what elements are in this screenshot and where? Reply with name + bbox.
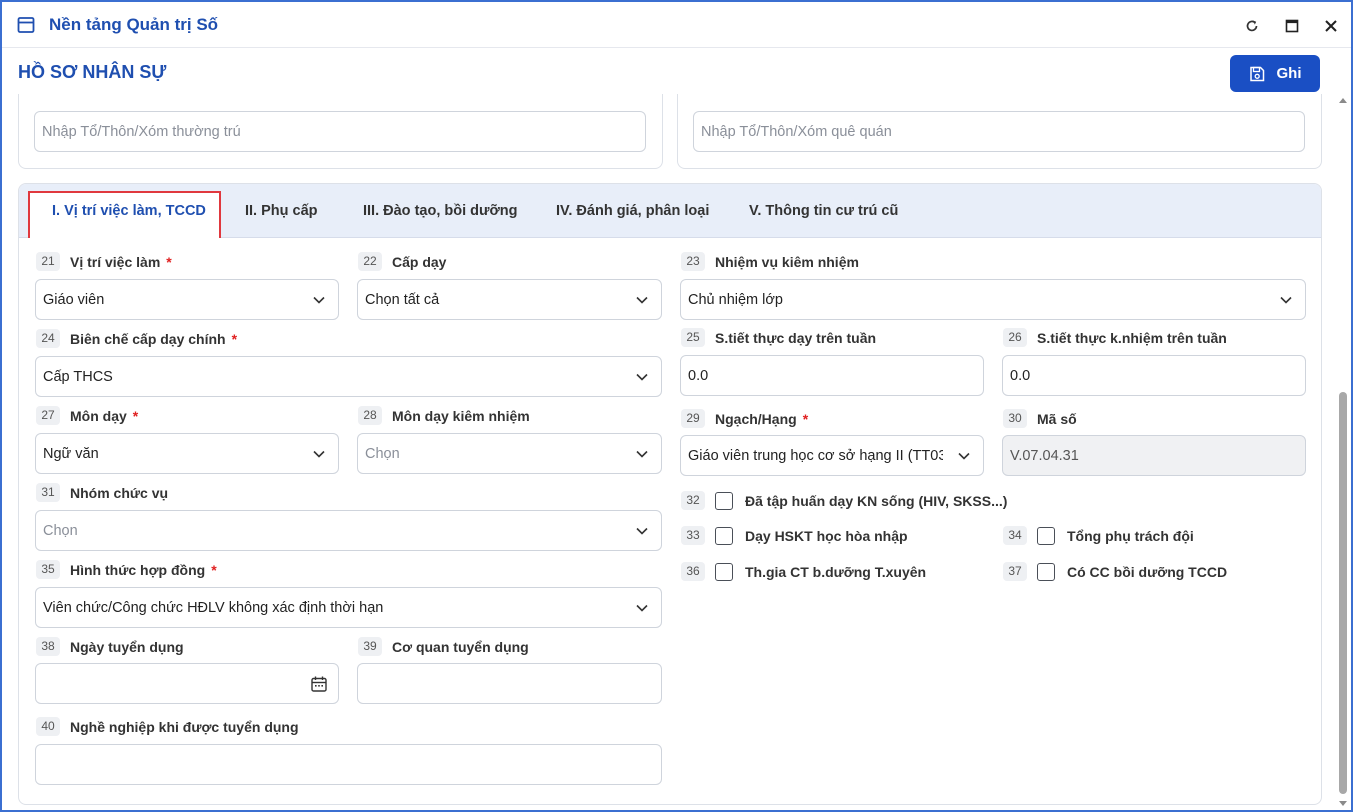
label-rank-grade: 29 Ngạch/Hạng * [681,409,808,428]
chevron-down-icon [958,452,970,460]
chevron-down-icon [636,296,648,304]
inclusive-teaching-checkbox[interactable] [715,526,733,545]
regular-training-checkbox[interactable] [715,562,733,581]
title-bar: Nền tảng Quản trị Số [2,2,1351,48]
recruit-agency-input[interactable] [357,663,662,704]
tccd-certificate-checkbox[interactable] [1037,562,1055,581]
rank-grade-select[interactable]: Giáo viên trung học cơ sở hạng II (TT03) [680,435,984,476]
label-recruit-agency: 39 Cơ quan tuyển dụng [358,637,529,656]
main-level-select[interactable]: Cấp THCS [35,356,662,397]
recruit-occupation-input[interactable] [35,744,662,785]
chevron-down-icon [636,527,648,535]
refresh-button[interactable] [1242,16,1262,36]
tab-position-tccd[interactable]: I. Vị trí việc làm, TCCD [52,184,206,238]
checkbox-tccd-certificate[interactable]: 37 Có CC bồi dưỡng TCCD [1003,562,1227,581]
label-weekly-teaching: 25 S.tiết thực dạy trên tuần [681,328,876,347]
tab-bar: I. Vị trí việc làm, TCCD II. Phụ cấp III… [19,184,1321,238]
recruit-date-input[interactable] [35,663,339,704]
subject-select[interactable]: Ngữ văn [35,433,339,474]
chevron-down-icon [313,296,325,304]
save-button-label: Ghi [1276,65,1302,82]
tab-allowance[interactable]: II. Phụ cấp [245,184,318,238]
chevron-down-icon [636,450,648,458]
code-input: V.07.04.31 [1002,435,1306,476]
position-group-select[interactable]: Chọn [35,510,662,551]
label-subject: 27 Môn dạy * [36,406,138,425]
close-button[interactable] [1321,16,1341,36]
scroll-thumb[interactable] [1339,392,1347,794]
permanent-hamlet-input[interactable]: Nhập Tổ/Thôn/Xóm thường trú [34,111,646,152]
page-title: HỒ SƠ NHÂN SỰ [18,62,167,82]
checkbox-life-skills[interactable]: 32 Đã tập huấn dạy KN sống (HIV, SKSS...… [681,491,1007,510]
maximize-button[interactable] [1282,16,1302,36]
concurrent-duty-select[interactable]: Chủ nhiệm lớp [680,279,1306,320]
weekly-concurrent-input[interactable]: 0.0 [1002,355,1306,396]
window-icon [17,17,35,33]
save-button[interactable]: Ghi [1230,55,1320,92]
label-contract-type: 35 Hình thức hợp đồng * [36,560,217,579]
floppy-disk-icon [1249,66,1264,81]
life-skills-checkbox[interactable] [715,491,733,510]
tab-training[interactable]: III. Đào tạo, bồi dưỡng [363,184,518,238]
label-concurrent-duty: 23 Nhiệm vụ kiêm nhiệm [681,252,859,271]
chevron-down-icon [313,450,325,458]
refresh-icon [1246,20,1258,32]
hometown-card: Nhập Tổ/Thôn/Xóm quê quán [677,94,1322,169]
checkbox-team-leader[interactable]: 34 Tổng phụ trách đội [1003,526,1194,545]
concurrent-subject-select[interactable]: Chọn [357,433,662,474]
checkbox-regular-training[interactable]: 36 Th.gia CT b.dưỡng T.xuyên [681,562,926,581]
label-job-position: 21 Vị trí việc làm * [36,252,172,271]
label-teaching-level: 22 Cấp dạy [358,252,446,271]
app-title: Nền tảng Quản trị Số [49,15,219,34]
label-recruit-occupation: 40 Nghề nghiệp khi được tuyển dụng [36,717,299,736]
calendar-icon[interactable] [310,675,328,693]
label-concurrent-subject: 28 Môn dạy kiêm nhiệm [358,406,530,425]
employment-card: I. Vị trí việc làm, TCCD II. Phụ cấp III… [18,183,1322,805]
label-recruit-date: 38 Ngày tuyển dụng [36,637,184,656]
maximize-icon [1285,19,1299,33]
tab-evaluation[interactable]: IV. Đánh giá, phân loại [556,184,709,238]
label-main-level: 24 Biên chế cấp dạy chính * [36,329,237,348]
app-window: Nền tảng Quản trị Số HỒ SƠ NHÂN SỰ Ghi N… [0,0,1353,812]
label-weekly-concurrent: 26 S.tiết thực k.nhiệm trên tuần [1003,328,1227,347]
scroll-down-arrow[interactable] [1338,800,1348,808]
vertical-scrollbar[interactable] [1336,96,1349,810]
chevron-down-icon [636,604,648,612]
label-code: 30 Mã số [1003,409,1077,428]
tab-old-residence[interactable]: V. Thông tin cư trú cũ [749,184,898,238]
checkbox-inclusive-teaching[interactable]: 33 Dạy HSKT học hòa nhập [681,526,908,545]
chevron-down-icon [636,373,648,381]
close-icon [1325,20,1337,32]
weekly-teaching-input[interactable]: 0.0 [680,355,984,396]
scroll-up-arrow[interactable] [1338,96,1348,104]
hometown-hamlet-input[interactable]: Nhập Tổ/Thôn/Xóm quê quán [693,111,1305,152]
contract-type-select[interactable]: Viên chức/Công chức HĐLV không xác định … [35,587,662,628]
residence-card: Nhập Tổ/Thôn/Xóm thường trú [18,94,663,169]
job-position-select[interactable]: Giáo viên [35,279,339,320]
label-position-group: 31 Nhóm chức vụ [36,483,168,502]
teaching-level-select[interactable]: Chọn tất cả [357,279,662,320]
team-leader-checkbox[interactable] [1037,526,1055,545]
chevron-down-icon [1280,296,1292,304]
